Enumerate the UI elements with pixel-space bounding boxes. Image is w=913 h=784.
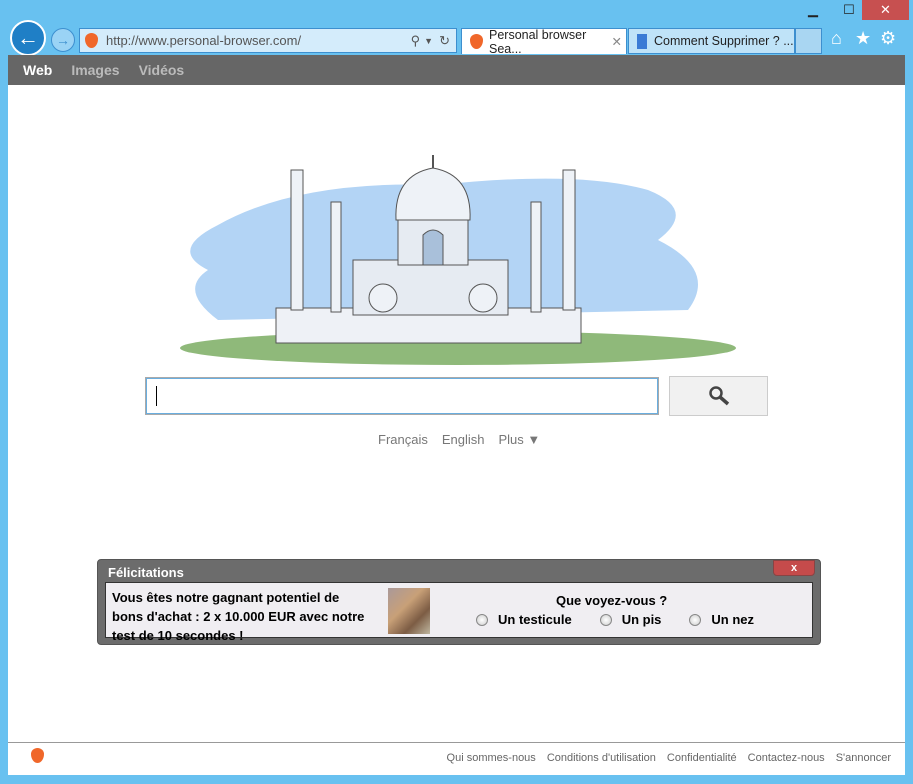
address-bar[interactable]: http://www.personal-browser.com/ ⚲ ▼ ↻ — [79, 28, 457, 53]
scam-popup: Félicitations x Vous êtes notre gagnant … — [97, 559, 821, 645]
nav-web[interactable]: Web — [23, 62, 52, 78]
tab-favicon — [470, 34, 483, 49]
popup-title: Félicitations — [108, 565, 184, 580]
personal-search-logo[interactable] — [31, 748, 44, 763]
radio-button[interactable] — [599, 613, 612, 626]
radio-button[interactable] — [689, 613, 702, 626]
popup-options: Un testicule Un pis Un nez — [476, 612, 754, 627]
tab-favicon — [637, 33, 647, 49]
footer-link-advertise[interactable]: S'annoncer — [836, 752, 891, 764]
home-icon[interactable]: ⌂ — [831, 28, 842, 49]
lang-francais[interactable]: Français — [378, 432, 428, 447]
settings-gear-icon[interactable]: ⚙ — [880, 28, 896, 49]
option-label: Un nez — [711, 612, 755, 627]
lang-more[interactable]: Plus ▼ — [499, 432, 541, 447]
popup-question: Que voyez-vous ? — [556, 593, 668, 608]
footer: Qui sommes-nous Conditions d'utilisation… — [8, 742, 905, 775]
search-button[interactable] — [669, 376, 768, 416]
option-testicule[interactable]: Un testicule — [476, 612, 572, 627]
footer-link-about[interactable]: Qui sommes-nous — [447, 752, 536, 764]
search-icon[interactable]: ⚲ — [411, 33, 421, 49]
close-tab-icon[interactable]: ✕ — [612, 34, 622, 49]
tab-label: Personal browser Sea... — [489, 27, 587, 56]
popup-close-button[interactable]: x — [773, 560, 815, 576]
search-icon — [708, 386, 729, 406]
back-button[interactable]: ← — [10, 20, 46, 56]
option-nez[interactable]: Un nez — [689, 612, 754, 627]
tab-personal-browser[interactable]: Personal browser Sea... ✕ — [461, 27, 627, 56]
arrow-left-icon: ← — [17, 25, 39, 50]
close-window-button[interactable]: ✕ — [862, 0, 909, 20]
popup-body: Vous êtes notre gagnant potentiel de bon… — [105, 582, 813, 643]
popup-image — [388, 588, 430, 634]
nav-videos[interactable]: Vidéos — [139, 62, 185, 78]
search-input[interactable] — [145, 377, 659, 415]
text-caret — [156, 386, 157, 406]
taj-mahal-logo — [180, 155, 736, 365]
site-favicon — [85, 33, 98, 48]
url-text: http://www.personal-browser.com/ — [106, 33, 302, 48]
search-nav: Web Images Vidéos — [8, 55, 905, 85]
new-tab-button[interactable] — [795, 28, 822, 54]
dropdown-icon[interactable]: ▼ — [424, 36, 433, 46]
option-label: Un testicule — [498, 612, 572, 627]
arrow-right-icon: → — [56, 32, 70, 48]
footer-links: Qui sommes-nous Conditions d'utilisation… — [447, 752, 891, 764]
lang-english[interactable]: English — [442, 432, 485, 447]
refresh-icon[interactable]: ↻ — [439, 33, 450, 49]
footer-link-privacy[interactable]: Confidentialité — [667, 752, 737, 764]
radio-button[interactable] — [476, 613, 488, 626]
forward-button[interactable]: → — [51, 28, 75, 52]
option-label: Un pis — [621, 612, 662, 627]
option-pis[interactable]: Un pis — [599, 612, 662, 627]
language-links: Français English Plus ▼ — [378, 432, 540, 447]
popup-message: Vous êtes notre gagnant potentiel de bon… — [112, 590, 365, 643]
tab-comment-supprimer[interactable]: Comment Supprimer ? ... — [628, 28, 795, 54]
footer-link-contact[interactable]: Contactez-nous — [748, 752, 825, 764]
favorites-star-icon[interactable]: ★ — [855, 28, 871, 49]
page-content: Web Images Vidéos Français English Plus … — [8, 55, 905, 775]
tab-label: Comment Supprimer ? ... — [654, 34, 794, 48]
footer-link-terms[interactable]: Conditions d'utilisation — [547, 752, 656, 764]
nav-images[interactable]: Images — [71, 62, 119, 78]
